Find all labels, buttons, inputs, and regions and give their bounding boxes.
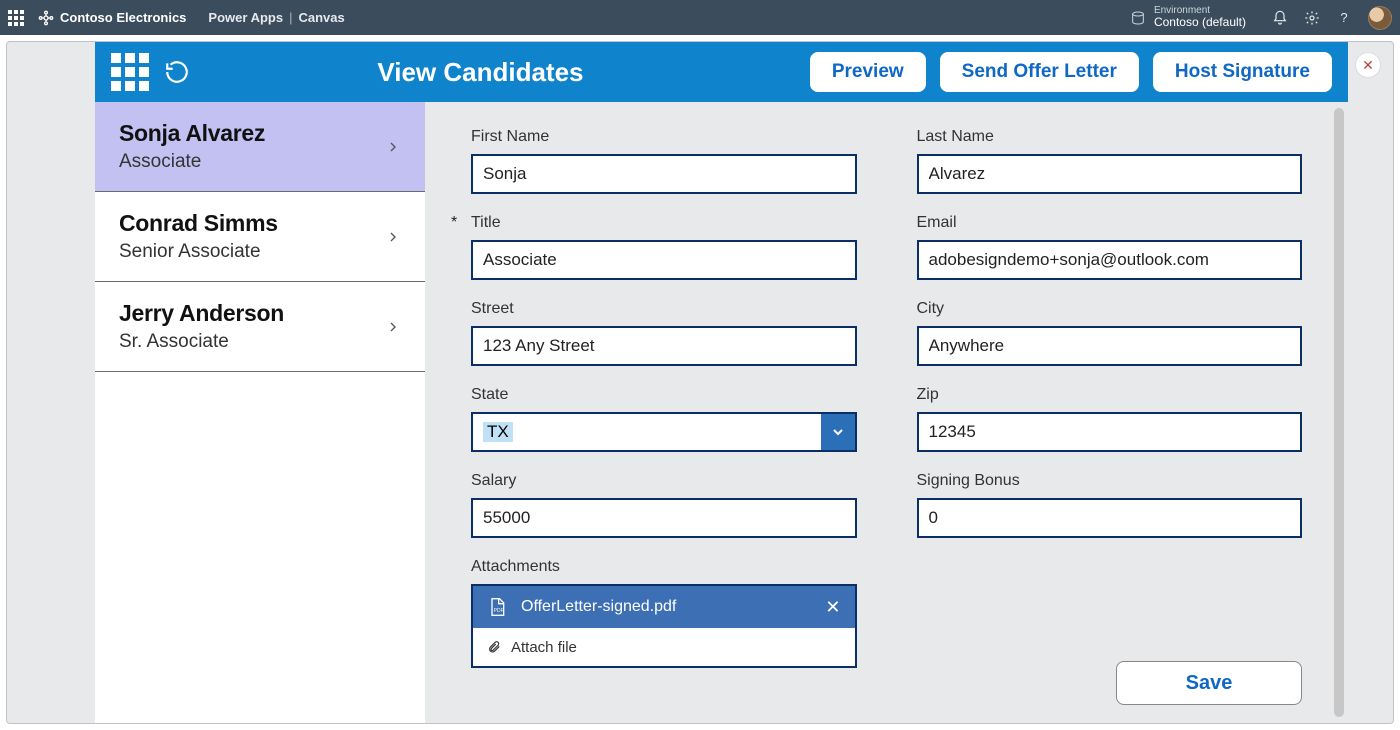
brand: Contoso Electronics xyxy=(38,10,186,26)
title-input[interactable] xyxy=(471,240,857,280)
environment-value: Contoso (default) xyxy=(1154,16,1246,29)
candidate-list-item[interactable]: Sonja Alvarez Associate xyxy=(95,102,425,192)
city-label: City xyxy=(917,300,1303,318)
help-icon[interactable]: ? xyxy=(1328,2,1360,34)
breadcrumb-app[interactable]: Power Apps xyxy=(208,10,283,25)
candidate-name: Conrad Simms xyxy=(119,210,278,237)
last-name-input[interactable] xyxy=(917,154,1303,194)
street-label: Street xyxy=(471,300,857,318)
zip-label: Zip xyxy=(917,386,1303,404)
breadcrumb-separator: | xyxy=(289,10,292,25)
preview-button[interactable]: Preview xyxy=(810,52,926,92)
chevron-right-icon xyxy=(385,229,401,245)
candidate-name: Jerry Anderson xyxy=(119,300,284,327)
host-signature-button[interactable]: Host Signature xyxy=(1153,52,1332,92)
street-input[interactable] xyxy=(471,326,857,366)
pdf-icon: PDF xyxy=(487,597,507,617)
remove-attachment-icon[interactable]: ✕ xyxy=(825,597,840,618)
canvas-app: View Candidates Preview Send Offer Lette… xyxy=(95,42,1348,723)
state-select[interactable]: TX xyxy=(471,412,857,452)
candidate-list-item[interactable]: Conrad Simms Senior Associate xyxy=(95,192,425,282)
salary-label: Salary xyxy=(471,472,857,490)
zip-input[interactable] xyxy=(917,412,1303,452)
bonus-label: Signing Bonus xyxy=(917,472,1303,490)
candidate-role: Sr. Associate xyxy=(119,331,284,353)
attachments-label: Attachments xyxy=(471,558,857,576)
candidate-role: Associate xyxy=(119,151,265,173)
attach-file-label: Attach file xyxy=(511,639,577,656)
brand-logo-icon xyxy=(38,10,54,26)
chevron-right-icon xyxy=(385,139,401,155)
candidate-name: Sonja Alvarez xyxy=(119,120,265,147)
bonus-input[interactable] xyxy=(917,498,1303,538)
notifications-icon[interactable] xyxy=(1264,2,1296,34)
page-title: View Candidates xyxy=(165,57,796,88)
candidate-list-item[interactable]: Jerry Anderson Sr. Associate xyxy=(95,282,425,372)
candidate-list: Sonja Alvarez Associate Conrad Simms Senior… xyxy=(95,102,425,723)
brand-name: Contoso Electronics xyxy=(60,10,186,25)
environment-icon xyxy=(1130,10,1146,26)
app-launcher-icon[interactable] xyxy=(8,10,24,26)
attach-file-button[interactable]: Attach file xyxy=(473,628,855,666)
app-stage: ✕ View Candidates Preview Send Offer Let… xyxy=(6,41,1394,724)
paperclip-icon xyxy=(487,639,501,655)
environment-picker[interactable]: Environment Contoso (default) xyxy=(1130,5,1264,29)
last-name-label: Last Name xyxy=(917,128,1303,146)
salary-input[interactable] xyxy=(471,498,857,538)
email-input[interactable] xyxy=(917,240,1303,280)
attachment-item[interactable]: PDF OfferLetter-signed.pdf ✕ xyxy=(473,586,855,628)
close-preview-button[interactable]: ✕ xyxy=(1355,52,1381,78)
email-label: Email xyxy=(917,214,1303,232)
city-input[interactable] xyxy=(917,326,1303,366)
save-button[interactable]: Save xyxy=(1116,661,1302,705)
breadcrumb-page[interactable]: Canvas xyxy=(298,10,344,25)
candidate-role: Senior Associate xyxy=(119,241,278,263)
state-label: State xyxy=(471,386,857,404)
chevron-down-icon[interactable] xyxy=(821,414,855,450)
menu-grid-icon[interactable] xyxy=(111,53,149,91)
candidate-detail: First Name Last Name Title Email Street … xyxy=(425,102,1348,723)
send-offer-button[interactable]: Send Offer Letter xyxy=(940,52,1139,92)
app-header: View Candidates Preview Send Offer Lette… xyxy=(95,42,1348,102)
attachment-filename: OfferLetter-signed.pdf xyxy=(521,598,811,616)
attachments-box: PDF OfferLetter-signed.pdf ✕ Attach file xyxy=(471,584,857,668)
first-name-label: First Name xyxy=(471,128,857,146)
user-avatar[interactable] xyxy=(1368,6,1392,30)
global-header: Contoso Electronics Power Apps | Canvas … xyxy=(0,0,1400,35)
svg-text:PDF: PDF xyxy=(494,608,504,614)
state-value: TX xyxy=(483,422,513,442)
scrollbar[interactable] xyxy=(1334,108,1344,717)
title-label: Title xyxy=(471,214,857,232)
first-name-input[interactable] xyxy=(471,154,857,194)
settings-icon[interactable] xyxy=(1296,2,1328,34)
chevron-right-icon xyxy=(385,319,401,335)
